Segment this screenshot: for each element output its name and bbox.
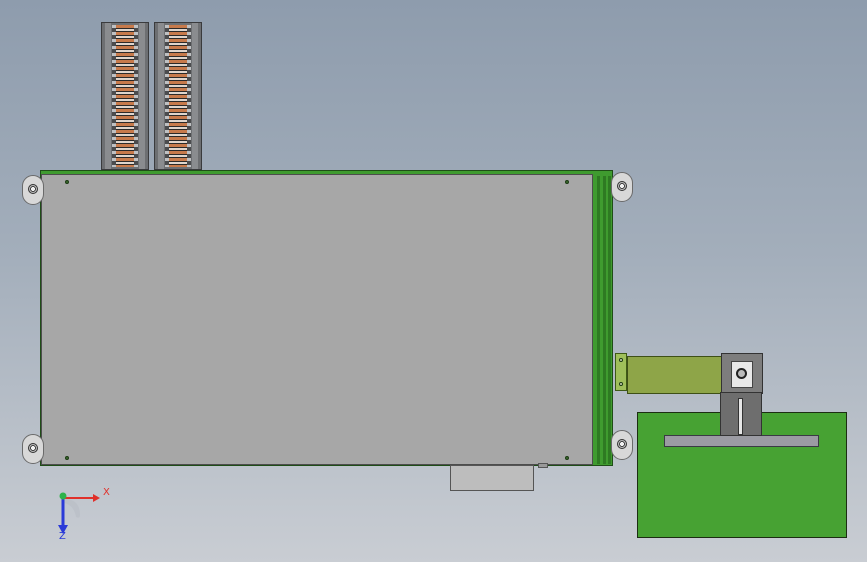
y-axis-icon — [59, 492, 67, 500]
screw-icon — [565, 456, 569, 460]
x-arrow-icon — [93, 494, 100, 502]
bottom-tab — [538, 463, 548, 468]
x-axis-label: X — [103, 487, 110, 498]
mounting-foot-icon — [22, 434, 44, 464]
bottom-connector-box[interactable] — [450, 465, 534, 491]
magazine-pin-strip — [187, 25, 191, 167]
magazine-rail — [158, 23, 164, 169]
bolt-hole-icon — [736, 368, 747, 379]
screw-icon — [65, 180, 69, 184]
triad-shadow — [64, 499, 80, 518]
cad-viewport[interactable]: X Z — [0, 0, 867, 562]
z-axis-label: Z — [59, 531, 66, 542]
magazine-rail — [192, 23, 198, 169]
magazine-core — [169, 25, 187, 167]
magazine-rail — [105, 23, 111, 169]
screw-icon — [65, 456, 69, 460]
table-guide-bar — [664, 435, 819, 447]
transfer-arm[interactable] — [627, 356, 722, 394]
screw-icon — [619, 358, 623, 362]
frame-rail — [608, 176, 611, 464]
frame-rail — [603, 176, 606, 464]
screw-icon — [565, 180, 569, 184]
magazine-pin-strip — [134, 25, 138, 167]
frame-rail — [597, 176, 600, 464]
post-slot — [738, 398, 743, 435]
orientation-triad[interactable]: X Z — [50, 485, 120, 545]
magazine-rail — [139, 23, 145, 169]
mounting-foot-icon — [22, 175, 44, 205]
top-cover-plate[interactable] — [41, 174, 593, 465]
feeder-magazine-right[interactable] — [154, 22, 202, 170]
screw-icon — [619, 382, 623, 386]
mounting-foot-icon — [611, 430, 633, 460]
mounting-foot-icon — [611, 172, 633, 202]
magazine-core — [116, 25, 134, 167]
feeder-magazine-left[interactable] — [101, 22, 149, 170]
